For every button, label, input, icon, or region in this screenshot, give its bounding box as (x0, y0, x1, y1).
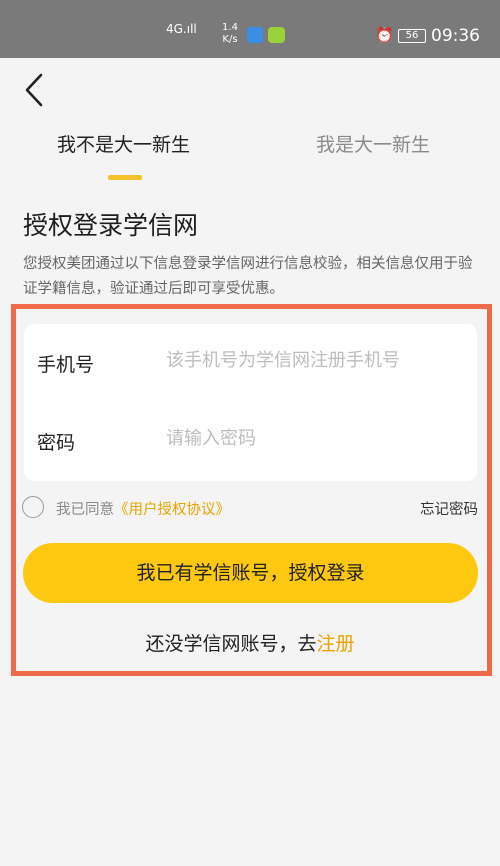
tab-bar: 我不是大一新生 我是大一新生 (0, 130, 500, 182)
phone-input[interactable] (166, 350, 466, 371)
battery-icon: 56 (398, 29, 426, 43)
authorize-login-button[interactable]: 我已有学信账号，授权登录 (23, 543, 478, 603)
clock: 09:36 (431, 26, 480, 46)
back-button[interactable] (16, 68, 52, 112)
tab-freshman[interactable]: 我是大一新生 (316, 130, 430, 157)
wechat-notification-icon (268, 27, 285, 43)
signal-indicator: 4G.ıll (166, 22, 197, 36)
forgot-password-link[interactable]: 忘记密码 (420, 498, 478, 519)
user-agreement-link[interactable]: 《用户授权协议》 (114, 502, 230, 518)
page-title: 授权登录学信网 (23, 211, 199, 240)
password-label: 密码 (37, 432, 76, 454)
alarm-icon: ⏰ (375, 26, 394, 44)
register-row: 还没学信网账号，去注册 (0, 629, 500, 656)
agreement-prefix: 我已同意 (56, 502, 114, 518)
login-form: 手机号 密码 (24, 324, 477, 481)
phone-label: 手机号 (37, 354, 95, 376)
active-tab-indicator (108, 175, 142, 180)
page-description: 您授权美团通过以下信息登录学信网进行信息校验，相关信息仅用于验证学籍信息，验证通… (23, 256, 473, 297)
app-notification-icon (247, 27, 263, 43)
network-speed: 1.4 K/s (219, 22, 241, 46)
agreement-row: 我已同意《用户授权协议》 忘记密码 (22, 494, 482, 520)
status-bar: 4G.ıll 1.4 K/s ⏰ 56 09:36 (0, 0, 500, 58)
agreement-text: 我已同意《用户授权协议》 (56, 498, 230, 519)
tab-not-freshman[interactable]: 我不是大一新生 (57, 130, 190, 157)
register-prefix: 还没学信网账号，去 (145, 633, 317, 655)
password-input[interactable] (166, 428, 466, 449)
network-speed-value: 1.4 (222, 22, 238, 33)
register-link[interactable]: 注册 (317, 633, 355, 655)
chevron-left-icon (25, 73, 43, 107)
agree-checkbox[interactable] (22, 496, 44, 518)
network-speed-unit: K/s (222, 34, 238, 45)
